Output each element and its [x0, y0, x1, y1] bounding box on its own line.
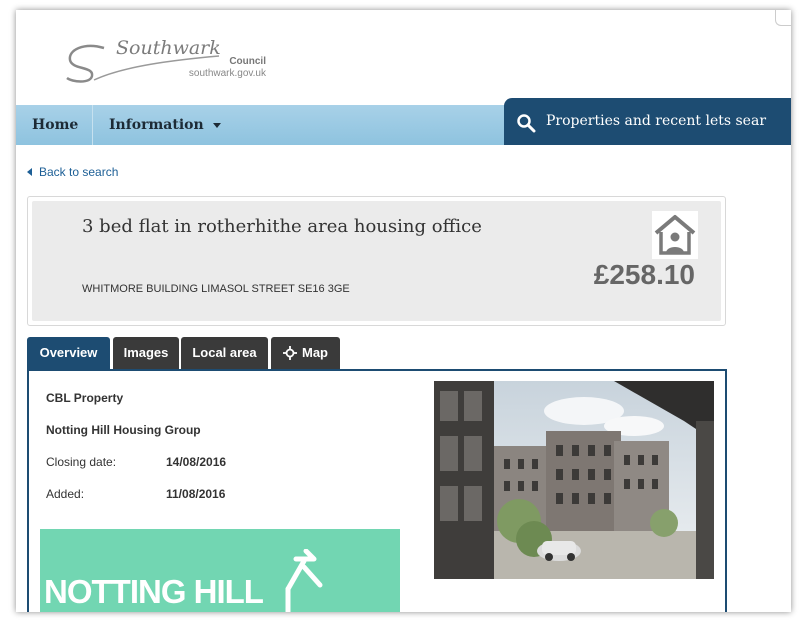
- nav-information-label: Information: [109, 117, 204, 133]
- window-corner: [775, 10, 791, 26]
- browser-page: Southwark Council southwark.gov.uk Home …: [16, 10, 791, 612]
- back-link-label: Back to search: [39, 165, 119, 179]
- tab-map[interactable]: Map: [271, 337, 340, 369]
- logo-caption: Council southwark.gov.uk: [176, 56, 266, 80]
- added-date-label: Added:: [46, 487, 85, 501]
- closing-date-label: Closing date:: [46, 455, 117, 469]
- tab-images[interactable]: Images: [113, 337, 179, 369]
- closing-date-value: 14/08/2016: [166, 455, 227, 469]
- property-card-inner: 3 bed flat in rotherhithe area housing o…: [32, 201, 721, 321]
- property-card: 3 bed flat in rotherhithe area housing o…: [27, 196, 726, 326]
- tab-overview[interactable]: Overview: [27, 337, 110, 369]
- properties-search-tab[interactable]: Properties and recent lets sear: [504, 98, 791, 145]
- search-tab-label: Properties and recent lets sear: [546, 113, 767, 129]
- tab-local-area[interactable]: Local area: [181, 337, 268, 369]
- nav-information[interactable]: Information: [109, 105, 221, 145]
- logo-council: Council: [229, 56, 266, 67]
- nav-divider: [92, 105, 93, 145]
- back-to-search-link[interactable]: Back to search: [27, 165, 118, 179]
- house-person-icon: [652, 211, 698, 259]
- nav-home[interactable]: Home: [32, 105, 78, 145]
- southwark-logo[interactable]: Southwark Council southwark.gov.uk: [64, 20, 266, 90]
- property-category: CBL Property: [46, 391, 124, 405]
- property-title: 3 bed flat in rotherhithe area housing o…: [82, 216, 482, 237]
- property-price: £258.10: [593, 259, 695, 290]
- landlord-banner[interactable]: NOTTING HILL: [40, 529, 400, 612]
- tab-map-label: Map: [302, 345, 328, 360]
- banner-text: NOTTING HILL: [44, 573, 264, 610]
- property-address: WHITMORE BUILDING LIMASOL STREET SE16 3G…: [82, 283, 350, 295]
- crosshair-icon: [283, 345, 297, 360]
- back-arrow-icon: [27, 168, 32, 176]
- overview-panel: CBL Property Notting Hill Housing Group …: [27, 369, 727, 612]
- property-photo[interactable]: [434, 381, 714, 579]
- walking-figure-icon: [285, 549, 323, 612]
- landlord-name: Notting Hill Housing Group: [46, 423, 201, 437]
- added-date-value: 11/08/2016: [166, 487, 226, 501]
- chevron-down-icon: [212, 122, 221, 128]
- logo-url: southwark.gov.uk: [188, 68, 266, 79]
- search-icon: [517, 114, 536, 133]
